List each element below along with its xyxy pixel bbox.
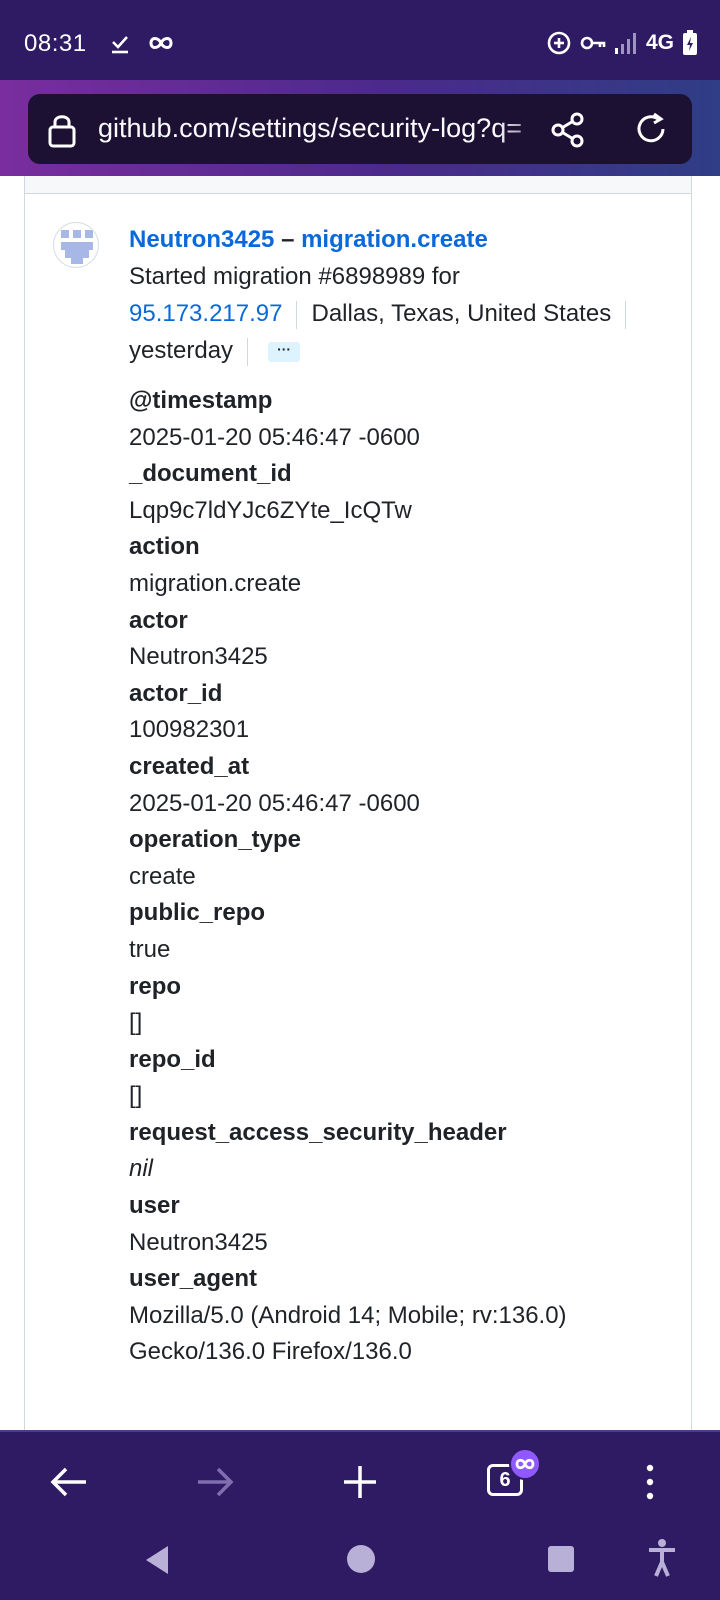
new-tab-plus-icon[interactable] [336,1458,384,1506]
event-fields: @timestamp 2025-01-20 05:46:47 -0600 _do… [129,383,669,1371]
field-value: Lqp9c7ldYJc6ZYte_IcQTw [129,496,412,524]
expand-details-button[interactable]: ··· [268,341,301,362]
headline-separator: – [281,226,295,253]
data-saver-icon [547,31,571,55]
entry-meta: 95.173.217.97 Dallas, Texas, United State… [129,295,669,332]
field-value: Neutron3425 [129,1228,268,1256]
field-key: actor [129,606,188,634]
battery-charging-icon [683,30,697,55]
log-entry-card: Neutron3425 – migration.create Started m… [24,194,692,1430]
meta-divider [296,300,298,329]
system-back-icon[interactable] [142,1542,174,1578]
time-ago: yesterday [129,337,234,364]
log-entry: Neutron3425 – migration.create Started m… [129,222,669,1371]
reload-icon[interactable] [632,110,670,148]
field-value: Neutron3425 [129,643,268,671]
ip-address-link[interactable]: 95.173.217.97 [129,300,282,327]
status-bar: 08:31 4G [0,0,720,80]
address-bar[interactable]: github.com/settings/security-log?q= [28,94,692,164]
field-key: user_agent [129,1265,258,1293]
system-recents-icon[interactable] [546,1544,576,1574]
field-value: 2025-01-20 05:46:47 -0600 [129,423,420,451]
field-value: [] [129,1009,143,1037]
meta-divider [247,337,249,366]
status-system-icons: 4G [546,30,698,56]
system-home-icon[interactable] [344,1542,378,1576]
url-text[interactable]: github.com/settings/security-log?q= [98,113,548,144]
entry-time-row: yesterday ··· [129,332,669,369]
more-menu-icon[interactable] [626,1458,674,1506]
previous-log-entry [24,176,692,194]
vpn-key-icon [580,36,606,50]
bottom-toolbar: 6 [0,1430,720,1528]
status-notification-icons [110,33,174,55]
action-link[interactable]: migration.create [301,226,488,253]
field-key: public_repo [129,899,266,927]
field-key: created_at [129,752,250,780]
field-value: true [129,935,171,963]
entry-description: Started migration #6898989 for [129,263,460,290]
lock-icon[interactable] [48,112,76,148]
private-mask-icon [515,1458,535,1470]
field-key: @timestamp [129,387,273,414]
field-value: Mozilla/5.0 (Android 14; Mobile; rv:136.… [129,1301,567,1366]
check-download-icon [112,36,128,54]
field-value: migration.create [129,569,302,597]
status-time: 08:31 [24,30,87,57]
field-key: _document_id [129,460,292,488]
field-value: [] [129,1082,143,1110]
meta-divider [625,300,627,329]
identicon-icon [61,230,93,264]
back-arrow-icon[interactable] [46,1458,94,1506]
field-key: actor_id [129,679,223,707]
tabs-button[interactable]: 6 [487,1448,541,1512]
field-key: repo_id [129,1045,216,1073]
share-icon[interactable] [548,110,588,150]
field-key: user [129,1192,180,1220]
field-key: repo [129,972,182,1000]
network-type-label: 4G [645,31,674,54]
infinity-icon [149,37,173,49]
avatar[interactable] [53,222,99,268]
forward-arrow-icon[interactable] [190,1458,238,1506]
field-key: action [129,533,200,561]
field-value: create [129,862,196,890]
signal-icon [614,33,636,54]
actor-link[interactable]: Neutron3425 [129,226,274,253]
browser-toolbar: github.com/settings/security-log?q= [0,80,720,176]
field-value: 100982301 [129,716,250,744]
private-mode-badge [509,1448,541,1480]
field-value: 2025-01-20 05:46:47 -0600 [129,789,420,817]
location-text: Dallas, Texas, United States [311,300,612,327]
field-key: request_access_security_header [129,1118,507,1146]
page-content: Neutron3425 – migration.create Started m… [0,176,720,1430]
system-nav-bar [0,1528,720,1600]
entry-headline: Neutron3425 – migration.create [129,222,669,258]
field-key: operation_type [129,826,302,854]
field-value: nil [129,1155,154,1183]
accessibility-icon[interactable] [646,1538,678,1578]
